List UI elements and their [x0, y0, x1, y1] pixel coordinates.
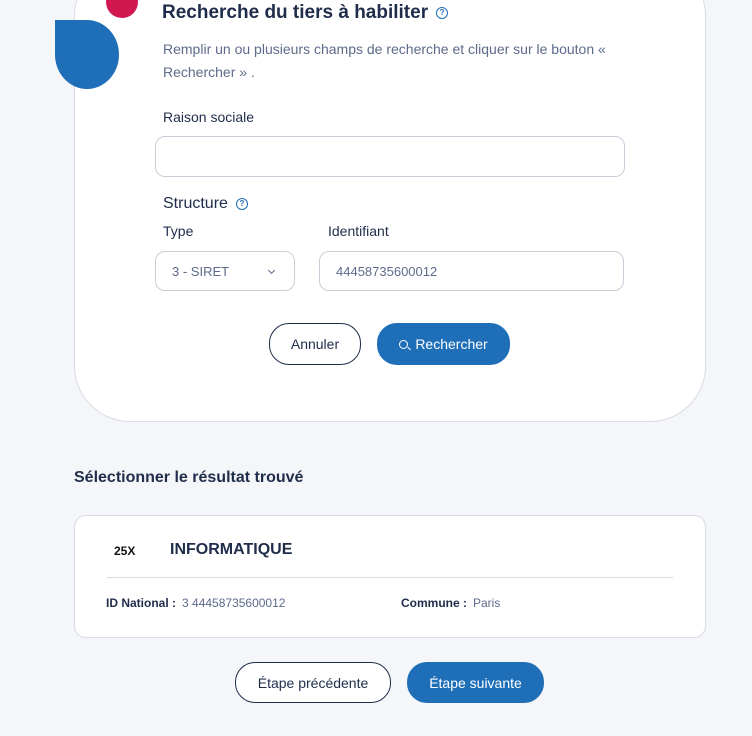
structure-heading: Structure ? — [163, 195, 248, 213]
search-icon — [399, 339, 409, 349]
raison-sociale-input[interactable] — [155, 136, 625, 177]
cancel-button[interactable]: Annuler — [269, 323, 361, 365]
type-select[interactable]: 3 - SIRET — [155, 251, 295, 291]
id-national-label: ID National : — [106, 596, 177, 610]
result-name: INFORMATIQUE — [170, 541, 293, 558]
search-button[interactable]: Rechercher — [377, 323, 510, 365]
results-heading: Sélectionner le résultat trouvé — [74, 469, 304, 486]
search-instructions: Remplir un ou plusieurs champs de recher… — [163, 41, 606, 80]
chevron-down-icon — [267, 266, 276, 275]
help-icon[interactable]: ? — [436, 7, 449, 19]
page-title: Recherche du tiers à habiliter — [162, 2, 429, 23]
identifiant-input[interactable]: 44458735600012 — [319, 251, 624, 291]
id-national-value: 3 44458735600012 — [182, 596, 286, 610]
result-id-national: ID National : 3 44458735600012 — [106, 596, 285, 610]
commune-label: Commune : — [401, 596, 467, 610]
result-commune: Commune : Paris — [401, 596, 500, 610]
search-header: Recherche du tiers à habiliter ? — [162, 2, 449, 24]
result-code: 25X — [114, 544, 136, 558]
type-select-value: 3 - SIRET — [172, 263, 230, 279]
identifiant-label: Identifiant — [328, 223, 389, 239]
raison-sociale-label: Raison sociale — [163, 109, 255, 125]
divider — [107, 577, 673, 578]
search-button-label: Rechercher — [415, 336, 488, 352]
next-step-button[interactable]: Étape suivante — [407, 662, 544, 703]
decorative-blue-shape — [55, 20, 119, 89]
help-icon[interactable]: ? — [235, 198, 248, 210]
commune-value: Paris — [473, 596, 501, 610]
type-label: Type — [163, 223, 194, 239]
structure-label: Structure — [163, 195, 228, 212]
previous-step-button[interactable]: Étape précédente — [235, 662, 391, 703]
